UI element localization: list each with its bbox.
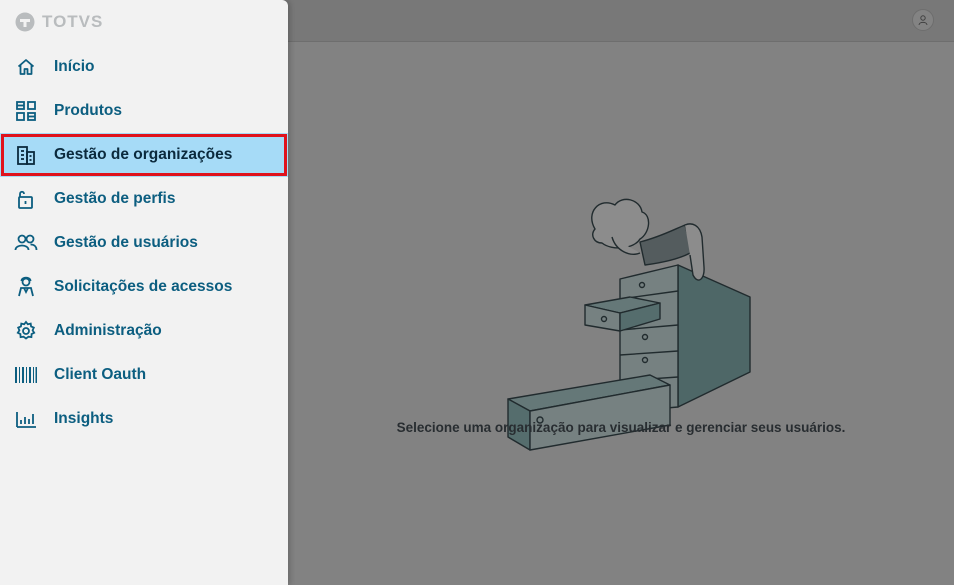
logo-text: TOTVS xyxy=(42,12,104,31)
sidebar-item-gestao-de-usuarios[interactable]: Gestão de usuários xyxy=(0,221,288,265)
sidebar-item-label: Gestão de organizações xyxy=(54,146,233,163)
sidebar-item-label: Gestão de perfis xyxy=(54,190,176,207)
gear-icon xyxy=(14,319,38,343)
sidebar-item-produtos[interactable]: Produtos xyxy=(0,89,288,133)
support-agent-icon xyxy=(14,275,38,299)
products-grid-icon xyxy=(14,99,38,123)
unlock-icon xyxy=(14,187,38,211)
sidebar-menu: TOTVS Início Produtos Gestão de organiza… xyxy=(0,0,288,585)
sidebar-item-solicitacoes-de-acessos[interactable]: Solicitações de acessos xyxy=(0,265,288,309)
sidebar-menu-list: Início Produtos Gestão de organizações G… xyxy=(0,45,288,441)
totvs-logo: TOTVS xyxy=(14,11,103,33)
barcode-icon xyxy=(14,363,38,387)
users-icon xyxy=(14,231,38,255)
bar-chart-icon xyxy=(14,407,38,431)
totvs-logo-icon xyxy=(15,12,35,32)
sidebar-item-label: Client Oauth xyxy=(54,366,147,383)
home-icon xyxy=(14,55,38,79)
sidebar-item-gestao-de-perfis[interactable]: Gestão de perfis xyxy=(0,177,288,221)
sidebar-item-label: Produtos xyxy=(54,102,123,119)
sidebar-item-gestao-de-organizacoes[interactable]: Gestão de organizações xyxy=(0,133,288,177)
sidebar-item-label: Início xyxy=(54,58,95,75)
sidebar-item-label: Solicitações de acessos xyxy=(54,278,233,295)
sidebar-item-label: Gestão de usuários xyxy=(54,234,198,251)
sidebar-item-administracao[interactable]: Administração xyxy=(0,309,288,353)
sidebar-item-label: Insights xyxy=(54,410,114,427)
building-icon xyxy=(14,143,38,167)
sidebar-item-inicio[interactable]: Início xyxy=(0,45,288,89)
sidebar-item-label: Administração xyxy=(54,322,162,339)
sidebar-item-client-oauth[interactable]: Client Oauth xyxy=(0,353,288,397)
sidebar-item-insights[interactable]: Insights xyxy=(0,397,288,441)
